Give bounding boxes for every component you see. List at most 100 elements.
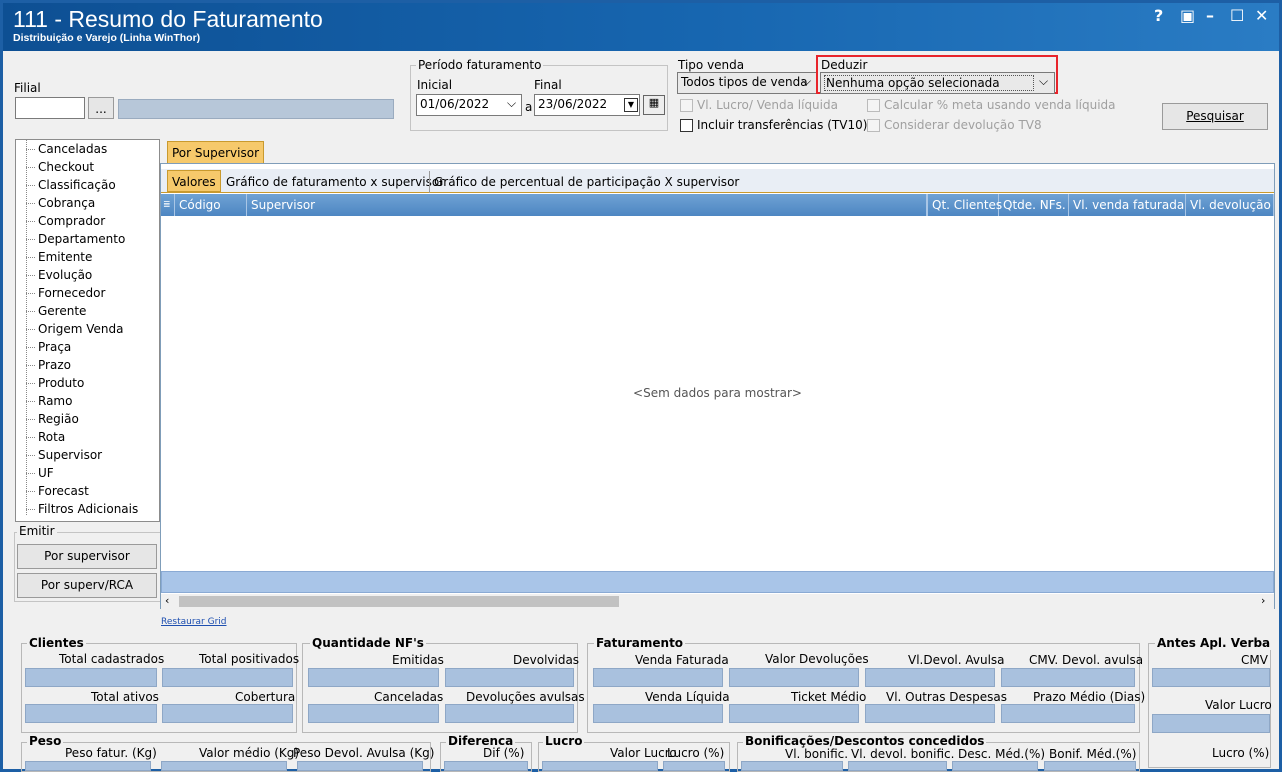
cmv-devol-avulsa-field (1001, 668, 1135, 687)
emitir-label: Emitir (17, 524, 57, 538)
chevron-down-icon: ⌵ (1039, 74, 1049, 88)
total-positivados-field (162, 668, 293, 687)
devolucoes-avulsas-field (445, 704, 574, 723)
column-supervisor[interactable]: Supervisor (247, 194, 927, 216)
valor-lucro-field (542, 761, 658, 771)
considerar-devolucao-label: Considerar devolução TV8 (884, 118, 1042, 132)
maximize-icon[interactable]: ☐ (1230, 6, 1244, 25)
total-ativos-label: Total ativos (91, 690, 159, 704)
scrollbar-thumb[interactable] (179, 596, 619, 607)
minimize-icon[interactable]: – (1206, 6, 1214, 25)
desc-med-label: Desc. Méd.(%) (958, 747, 1046, 761)
title-bar: 111 - Resumo do Faturamento Distribuição… (3, 3, 1279, 51)
restaurar-grid-link[interactable]: Restaurar Grid (161, 617, 227, 627)
tree-item-supervisor[interactable]: Supervisor (16, 446, 159, 464)
lucro-title: Lucro (543, 734, 585, 748)
tree-item-gerente[interactable]: Gerente (16, 302, 159, 320)
considerar-devolucao-checkbox[interactable] (867, 119, 880, 132)
dropdown-arrow-icon: ▼ (624, 98, 638, 112)
devolucoes-avulsas-label: Devoluções avulsas (466, 690, 585, 704)
valor-devolucoes-label: Valor Devoluções (765, 652, 869, 666)
tree-item-rota[interactable]: Rota (16, 428, 159, 446)
final-label: Final (534, 78, 562, 92)
tree-item-departamento[interactable]: Departamento (16, 230, 159, 248)
column-qt-clientes[interactable]: Qt. Clientes (927, 194, 1002, 216)
cmv-label: CMV (1241, 653, 1268, 667)
chevron-down-icon: ⌵ (802, 74, 812, 88)
valor-lucro-antes-field (1152, 714, 1270, 733)
tree-item-canceladas[interactable]: Canceladas (16, 140, 159, 158)
dif-pct-field (444, 761, 528, 771)
deduzir-value: Nenhuma opção selecionada (824, 75, 1034, 91)
column-qtde-nfs[interactable]: Qtde. NFs. (999, 194, 1069, 216)
vl-outras-despesas-field (865, 704, 995, 723)
filial-label: Filial (14, 81, 41, 95)
emitidas-field (308, 668, 439, 687)
lucro-pct-antes-label: Lucro (%) (1212, 746, 1270, 760)
tree-item-fornecedor[interactable]: Fornecedor (16, 284, 159, 302)
vl-lucro-checkbox[interactable] (680, 99, 693, 112)
tree-item-praca[interactable]: Praça (16, 338, 159, 356)
cobertura-field (162, 704, 293, 723)
peso-fatur-label: Peso fatur. (Kg) (65, 746, 157, 760)
scroll-left-icon[interactable]: ‹ (165, 594, 169, 607)
scroll-right-icon[interactable]: › (1261, 594, 1265, 607)
tree-item-comprador[interactable]: Comprador (16, 212, 159, 230)
total-cadastrados-label: Total cadastrados (59, 652, 165, 666)
tree-item-filtros-adicionais[interactable]: Filtros Adicionais (16, 500, 159, 518)
tab-por-supervisor[interactable]: Por Supervisor (167, 141, 265, 164)
tree-item-prazo[interactable]: Prazo (16, 356, 159, 374)
incluir-transferencias-label: Incluir transferências (TV10) (697, 118, 868, 132)
tree-item-origem-venda[interactable]: Origem Venda (16, 320, 159, 338)
tree-item-emitente[interactable]: Emitente (16, 248, 159, 266)
por-superv-rca-button[interactable]: Por superv/RCA (17, 573, 157, 598)
tipo-venda-select[interactable]: Todos tipos de venda ⌵ (677, 72, 817, 94)
vl-bonific-label: Vl. bonific. (785, 747, 849, 761)
prazo-medio-field (1001, 704, 1135, 723)
calendar-icon[interactable]: ▦ (643, 95, 665, 115)
desc-med-field (952, 761, 1038, 771)
filial-browse-button[interactable]: ... (88, 97, 114, 119)
canceladas-label: Canceladas (374, 690, 444, 704)
tree-item-ramo[interactable]: Ramo (16, 392, 159, 410)
tree-item-produto[interactable]: Produto (16, 374, 159, 392)
final-date-input[interactable]: 23/06/2022 ▼ (534, 94, 640, 116)
peso-devol-avulsa-field (297, 761, 423, 771)
tree-item-evolucao[interactable]: Evolução (16, 266, 159, 284)
horizontal-scrollbar[interactable]: ‹ › (161, 594, 1274, 609)
canceladas-field (308, 704, 439, 723)
subtab-valores[interactable]: Valores (167, 170, 221, 192)
deduzir-select[interactable]: Nenhuma opção selecionada ⌵ (820, 72, 1055, 94)
help-icon[interactable]: ? (1154, 6, 1163, 25)
tree-item-forecast[interactable]: Forecast (16, 482, 159, 500)
tipo-venda-value: Todos tipos de venda (681, 75, 808, 89)
venda-liquida-field (593, 704, 723, 723)
peso-fatur-field (25, 761, 151, 771)
tree-item-classificacao[interactable]: Classificação (16, 176, 159, 194)
tree-item-cobranca[interactable]: Cobrança (16, 194, 159, 212)
column-vl-venda-faturada[interactable]: Vl. venda faturada (1069, 194, 1186, 216)
tree-item-regiao[interactable]: Região (16, 410, 159, 428)
bonificacoes-title: Bonificações/Descontos concedidos (743, 734, 987, 748)
calcular-meta-checkbox[interactable] (867, 99, 880, 112)
inicial-date-input[interactable]: 01/06/2022 ⌵ (416, 94, 522, 116)
bonif-med-field (1044, 761, 1136, 771)
deduzir-label: Deduzir (821, 58, 868, 72)
tree-item-uf[interactable]: UF (16, 464, 159, 482)
column-codigo[interactable]: Código (175, 194, 247, 216)
close-icon[interactable]: ✕ (1255, 6, 1268, 25)
incluir-transferencias-checkbox[interactable] (680, 119, 693, 132)
vl-devol-bonific-field (848, 761, 947, 771)
restore-icon[interactable]: ▣ (1180, 6, 1195, 25)
column-vl-devolucao[interactable]: Vl. devolução (1186, 194, 1274, 216)
calcular-meta-label: Calcular % meta usando venda líquida (884, 98, 1116, 112)
filial-code-input[interactable] (15, 97, 85, 119)
por-supervisor-button[interactable]: Por supervisor (17, 544, 157, 569)
tree-item-checkout[interactable]: Checkout (16, 158, 159, 176)
column-chooser-icon[interactable]: ≣ (161, 194, 175, 216)
subtab-grafico-percentual[interactable]: Gráfico de percentual de participação X … (429, 171, 743, 193)
subtab-grafico-faturamento[interactable]: Gráfico de faturamento x supervisor (222, 171, 448, 193)
devolvidas-field (445, 668, 574, 687)
grid-footer (161, 571, 1274, 593)
pesquisar-button[interactable]: Pesquisar (1162, 103, 1268, 130)
